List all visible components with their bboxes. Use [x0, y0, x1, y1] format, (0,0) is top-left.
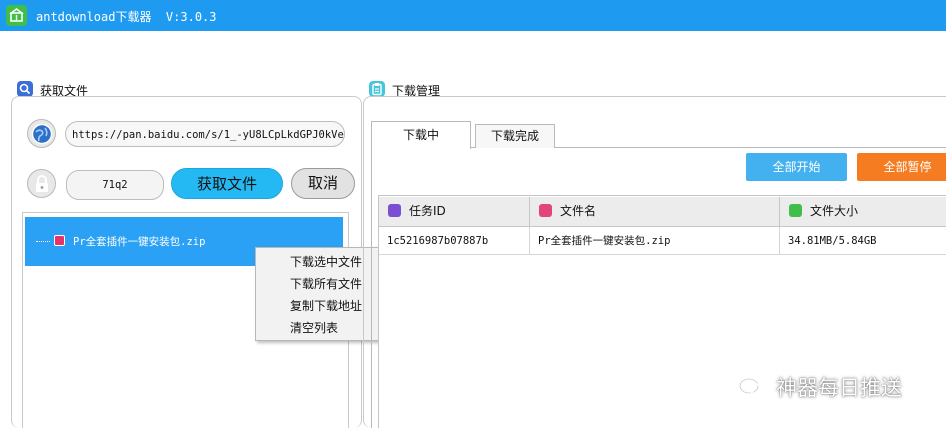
get-files-button[interactable]: 获取文件: [171, 168, 283, 199]
file-tree-item-label: Pr全套插件一键安装包.zip: [73, 236, 206, 248]
column-header-label: 文件大小: [810, 204, 859, 218]
column-header-file-name[interactable]: 文件名: [530, 197, 780, 227]
start-all-button[interactable]: 全部开始: [746, 153, 847, 181]
globe-icon: [27, 119, 56, 148]
tab-completed[interactable]: 下载完成: [475, 124, 555, 148]
table-cell-file-name[interactable]: Pr全套插件一键安装包.zip: [530, 227, 780, 255]
search-icon: [17, 81, 33, 97]
watermark-text: 神器每日推送: [776, 376, 902, 400]
menu-item-download-selected[interactable]: 下载选中文件: [290, 253, 362, 270]
storage-icon: [789, 204, 802, 217]
edit-icon: [388, 204, 401, 217]
tree-connector: [36, 241, 50, 242]
table-cell-file-size[interactable]: 34.81MB/5.84GB: [780, 227, 946, 255]
column-header-label: 文件名: [560, 204, 597, 218]
window-title: antdownload下载器 V:3.0.3: [36, 10, 217, 24]
column-header-file-size[interactable]: 文件大小: [780, 197, 946, 227]
tab-downloading[interactable]: 下载中: [371, 121, 471, 149]
share-link-input[interactable]: https://pan.baidu.com/s/1_-yU8LCpLkdGPJ0…: [65, 121, 345, 147]
menu-item-download-all[interactable]: 下载所有文件: [290, 275, 362, 292]
file-icon: [54, 235, 65, 246]
column-header-label: 任务ID: [409, 204, 446, 218]
pause-all-button[interactable]: 全部暂停: [857, 153, 946, 181]
cancel-button[interactable]: 取消: [291, 168, 355, 199]
file-icon: [539, 204, 552, 217]
menu-item-copy-link[interactable]: 复制下载地址: [290, 297, 362, 314]
clipboard-icon: [369, 81, 385, 97]
table-cell-task-id[interactable]: 1c5216987b07887b: [379, 227, 530, 255]
column-header-task-id[interactable]: 任务ID: [379, 197, 530, 227]
app-logo-icon: [6, 5, 27, 26]
wechat-icon: [739, 378, 766, 397]
lock-icon: [27, 169, 56, 198]
menu-item-clear-list[interactable]: 清空列表: [290, 319, 338, 336]
extraction-code-input[interactable]: 71q2: [66, 170, 164, 200]
